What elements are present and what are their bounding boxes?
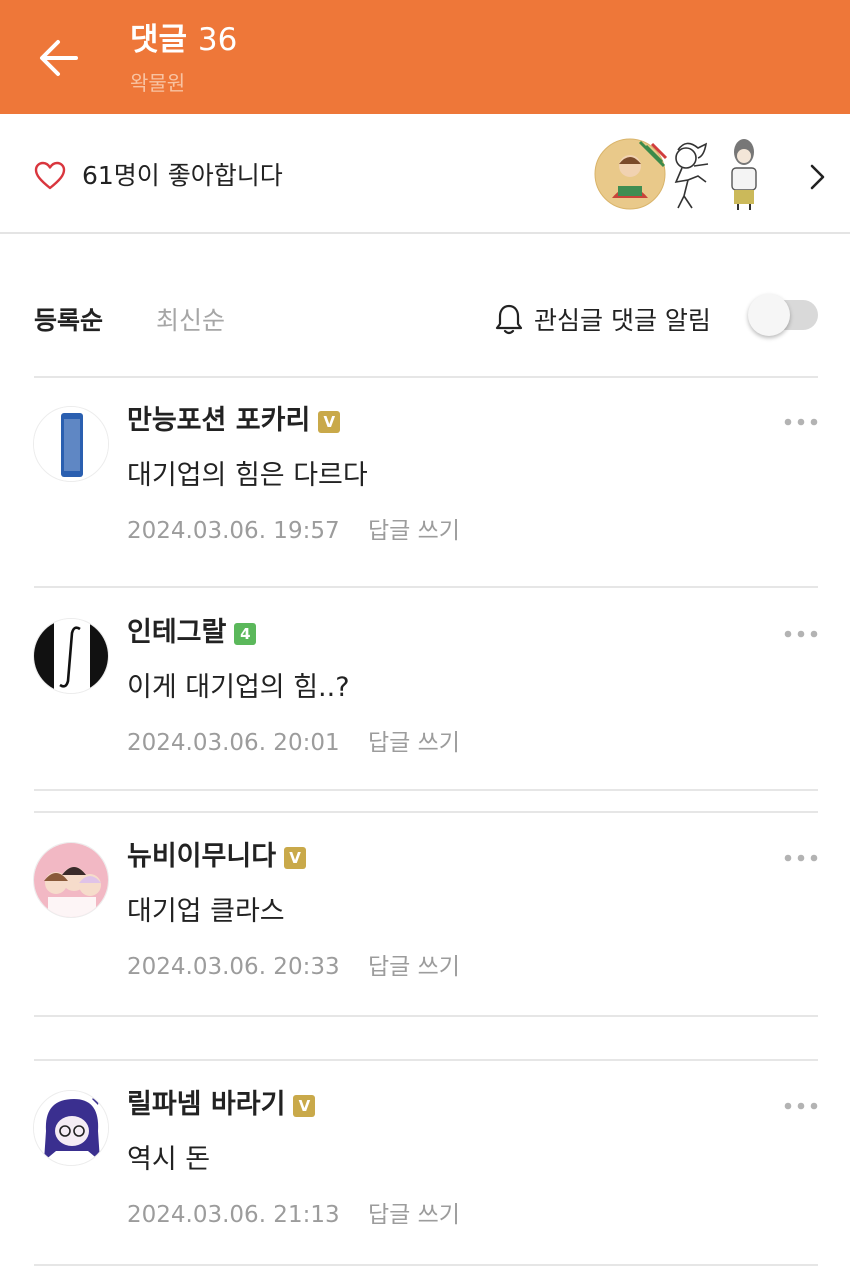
comment-author[interactable]: 릴파넴 바라기 V (127, 1087, 316, 1123)
comment-date: 2024.03.06. 19:57 (127, 518, 340, 544)
like-bar: 61명이 좋아합니다 (0, 116, 850, 234)
liker-avatar-3 (731, 139, 757, 210)
comment-author[interactable]: 뉴비이무니다 V (127, 839, 307, 875)
liker-avatar-2 (674, 142, 709, 209)
comment-item: 인테그랄 4 이게 대기업의 힘..? 2024.03.06. 20:01 답글 … (0, 590, 850, 780)
more-dots-icon[interactable] (782, 850, 820, 866)
page-title-label: 댓글 (130, 22, 188, 58)
divider (34, 1059, 818, 1061)
avatar[interactable] (33, 842, 109, 918)
comment-date: 2024.03.06. 20:01 (127, 730, 340, 756)
divider (34, 789, 818, 791)
comment-date: 2024.03.06. 20:33 (127, 954, 340, 980)
notify-label: 관심글 댓글 알림 (534, 306, 711, 335)
comment-item: 릴파넴 바라기 V 역시 돈 2024.03.06. 21:13 답글 쓰기 (0, 1062, 850, 1252)
comment-text: 역시 돈 (127, 1144, 211, 1175)
comment-item: 뉴비이무니다 V 대기업 클라스 2024.03.06. 20:33 답글 쓰기 (0, 814, 850, 1004)
comment-author-name: 뉴비이무니다 (127, 841, 277, 872)
divider (34, 811, 818, 813)
reply-button[interactable]: 답글 쓰기 (368, 727, 460, 759)
avatar-image (34, 619, 108, 693)
comment-text: 대기업의 힘은 다르다 (127, 460, 368, 491)
avatar-image (34, 1091, 108, 1165)
member-badge: V (318, 411, 341, 433)
heart-icon[interactable] (34, 161, 66, 191)
avatar-image (34, 843, 108, 917)
sort-tab-latest[interactable]: 최신순 (156, 304, 225, 338)
comment-text: 이게 대기업의 힘..? (127, 672, 350, 703)
back-button[interactable] (30, 28, 90, 88)
more-dots-icon[interactable] (782, 414, 820, 430)
notify-toggle[interactable] (748, 294, 820, 342)
avatar[interactable] (33, 406, 109, 482)
page-title: 댓글 36 (130, 20, 237, 60)
divider (34, 1264, 818, 1266)
chevron-right-icon[interactable] (804, 160, 830, 194)
cafe-name: 왁물원 (130, 71, 186, 95)
comment-author[interactable]: 인테그랄 4 (127, 615, 257, 651)
more-dots-icon[interactable] (782, 1098, 820, 1114)
comment-author-name: 인테그랄 (127, 617, 227, 648)
like-count-text: 61명이 좋아합니다 (82, 161, 283, 190)
comment-count: 36 (197, 22, 238, 58)
liker-avatar-1 (594, 138, 668, 210)
avatar[interactable] (33, 1090, 109, 1166)
comment-author-name: 만능포션 포카리 (127, 405, 311, 436)
sort-bar: 등록순 최신순 관심글 댓글 알림 (0, 236, 850, 376)
member-badge: 4 (234, 623, 257, 645)
reply-button[interactable]: 답글 쓰기 (368, 951, 460, 983)
reply-button[interactable]: 답글 쓰기 (368, 515, 460, 547)
divider (34, 1015, 818, 1017)
back-arrow-icon (40, 40, 78, 76)
comment-item: 만능포션 포카리 V 대기업의 힘은 다르다 2024.03.06. 19:57 … (0, 378, 850, 568)
comment-author-name: 릴파넴 바라기 (127, 1089, 286, 1120)
more-dots-icon[interactable] (782, 626, 820, 642)
comment-text: 대기업 클라스 (127, 896, 285, 927)
reply-button[interactable]: 답글 쓰기 (368, 1199, 460, 1231)
comment-date: 2024.03.06. 21:13 (127, 1202, 340, 1228)
liker-avatars[interactable] (594, 136, 774, 212)
member-badge: V (293, 1095, 316, 1117)
app-header: 댓글 36 왁물원 (0, 0, 850, 114)
toggle-knob (748, 294, 790, 336)
sort-tab-registered[interactable]: 등록순 (34, 304, 103, 338)
bell-icon (495, 304, 523, 335)
member-badge: V (284, 847, 307, 869)
avatar[interactable] (33, 618, 109, 694)
divider (34, 586, 818, 588)
avatar-image (34, 407, 108, 481)
comment-author[interactable]: 만능포션 포카리 V (127, 403, 341, 439)
